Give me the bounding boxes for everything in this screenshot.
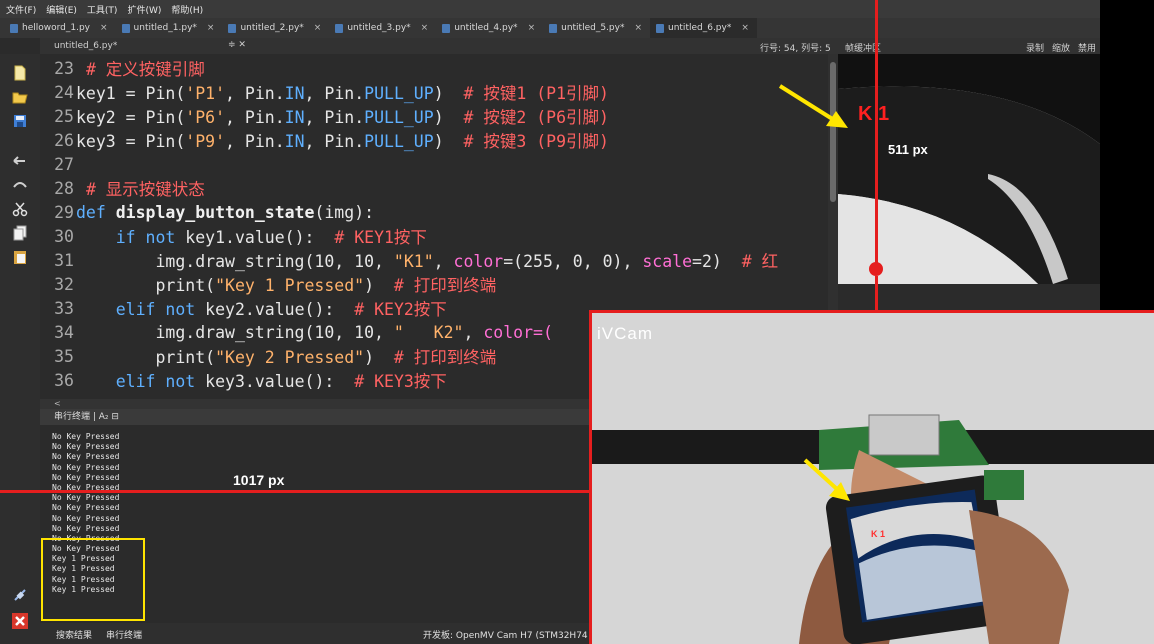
arrow-icon — [778, 84, 848, 128]
annotation-arrows — [778, 84, 850, 501]
arrow-icon — [803, 458, 850, 501]
